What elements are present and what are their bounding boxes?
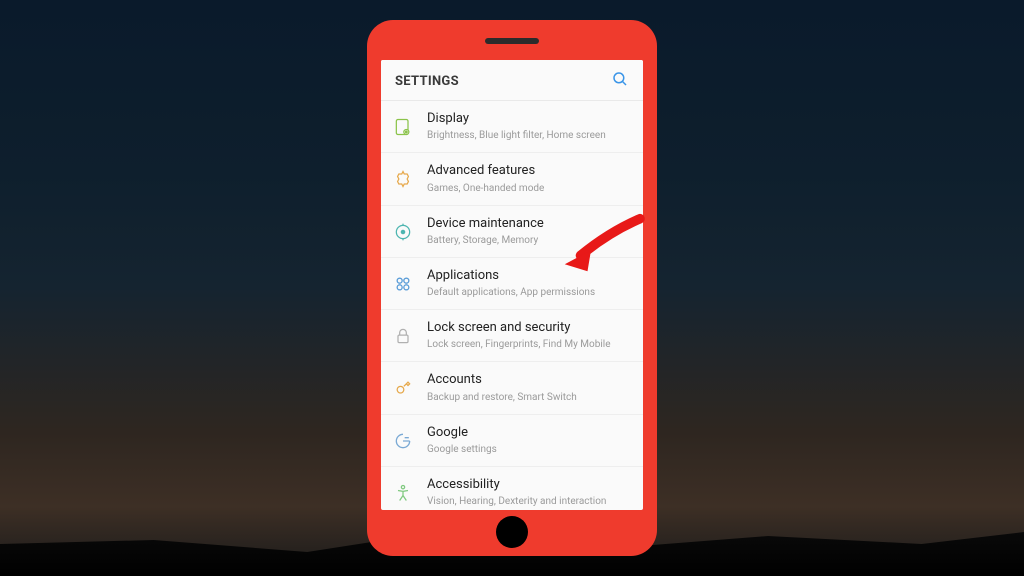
item-text: Lock screen and security Lock screen, Fi…	[427, 320, 629, 351]
item-sub: Brightness, Blue light filter, Home scre…	[427, 129, 629, 142]
google-icon	[389, 427, 417, 455]
search-icon[interactable]	[611, 70, 629, 92]
settings-item-applications[interactable]: Applications Default applications, App p…	[381, 258, 643, 310]
advanced-icon	[389, 165, 417, 193]
item-sub: Backup and restore, Smart Switch	[427, 391, 629, 404]
item-title: Accessibility	[427, 477, 629, 493]
item-text: Applications Default applications, App p…	[427, 268, 629, 299]
settings-item-google[interactable]: Google Google settings	[381, 415, 643, 467]
phone-speaker	[485, 38, 539, 44]
item-sub: Vision, Hearing, Dexterity and interacti…	[427, 495, 629, 508]
settings-item-advanced-features[interactable]: Advanced features Games, One-handed mode	[381, 153, 643, 205]
item-sub: Lock screen, Fingerprints, Find My Mobil…	[427, 338, 629, 351]
display-icon	[389, 113, 417, 141]
item-title: Advanced features	[427, 163, 629, 179]
item-text: Device maintenance Battery, Storage, Mem…	[427, 216, 629, 247]
settings-item-device-maintenance[interactable]: Device maintenance Battery, Storage, Mem…	[381, 206, 643, 258]
item-sub: Google settings	[427, 443, 629, 456]
item-title: Google	[427, 425, 629, 441]
maintenance-icon	[389, 218, 417, 246]
settings-list: Display Brightness, Blue light filter, H…	[381, 101, 643, 510]
item-text: Accounts Backup and restore, Smart Switc…	[427, 372, 629, 403]
settings-item-display[interactable]: Display Brightness, Blue light filter, H…	[381, 101, 643, 153]
settings-item-lock-screen[interactable]: Lock screen and security Lock screen, Fi…	[381, 310, 643, 362]
settings-item-accounts[interactable]: Accounts Backup and restore, Smart Switc…	[381, 362, 643, 414]
item-title: Applications	[427, 268, 629, 284]
item-text: Advanced features Games, One-handed mode	[427, 163, 629, 194]
item-text: Accessibility Vision, Hearing, Dexterity…	[427, 477, 629, 508]
accounts-icon	[389, 374, 417, 402]
lock-icon	[389, 322, 417, 350]
phone-frame: SETTINGS Display Brightnes	[367, 20, 657, 556]
item-text: Google Google settings	[427, 425, 629, 456]
phone-home-button[interactable]	[496, 516, 528, 548]
settings-item-accessibility[interactable]: Accessibility Vision, Hearing, Dexterity…	[381, 467, 643, 510]
item-title: Accounts	[427, 372, 629, 388]
item-text: Display Brightness, Blue light filter, H…	[427, 111, 629, 142]
item-sub: Games, One-handed mode	[427, 182, 629, 195]
accessibility-icon	[389, 479, 417, 507]
settings-header: SETTINGS	[381, 60, 643, 100]
item-sub: Default applications, App permissions	[427, 286, 629, 299]
screen: SETTINGS Display Brightnes	[381, 60, 643, 510]
page-title: SETTINGS	[395, 74, 459, 89]
applications-icon	[389, 270, 417, 298]
item-title: Device maintenance	[427, 216, 629, 232]
item-title: Display	[427, 111, 629, 127]
item-sub: Battery, Storage, Memory	[427, 234, 629, 247]
item-title: Lock screen and security	[427, 320, 629, 336]
